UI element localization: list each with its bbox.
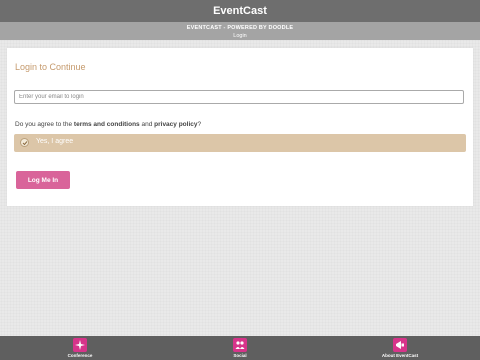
- login-card: Login to Continue Do you agree to the te…: [7, 48, 473, 206]
- tab-about[interactable]: About EventCast: [370, 336, 430, 360]
- terms-link[interactable]: terms and conditions: [74, 121, 140, 128]
- agree-suffix: ?: [197, 121, 202, 128]
- privacy-link[interactable]: privacy policy: [154, 121, 197, 128]
- tab-label: About EventCast: [381, 353, 419, 358]
- agree-prefix: Do you agree to the: [15, 121, 73, 128]
- app-title: EventCast: [0, 0, 480, 22]
- login-heading: Login to Continue: [15, 62, 86, 72]
- people-icon: [233, 338, 247, 352]
- tab-social[interactable]: Social: [210, 336, 270, 360]
- tab-conference[interactable]: Conference: [50, 336, 110, 360]
- agree-label: Yes, I agree: [36, 138, 74, 145]
- login-button[interactable]: Log Me In: [16, 171, 70, 189]
- agree-checkbox[interactable]: Yes, I agree: [14, 134, 466, 152]
- agree-question: Do you agree to the terms and conditions…: [15, 121, 201, 128]
- tab-label: Social: [233, 353, 247, 358]
- checkmark-icon: [20, 138, 29, 147]
- email-input[interactable]: [14, 90, 464, 104]
- app-subtitle: EVENTCAST - POWERED BY DOODLE: [186, 25, 294, 31]
- tab-label: Conference: [67, 353, 93, 358]
- megaphone-icon: [393, 338, 407, 352]
- bottom-tab-bar: Conference Social About EventCast: [0, 336, 480, 360]
- subheader: EVENTCAST - POWERED BY DOODLE Login: [0, 22, 480, 40]
- page-name: Login: [233, 33, 247, 39]
- agree-and: and: [141, 121, 153, 128]
- sparkle-icon: [73, 338, 87, 352]
